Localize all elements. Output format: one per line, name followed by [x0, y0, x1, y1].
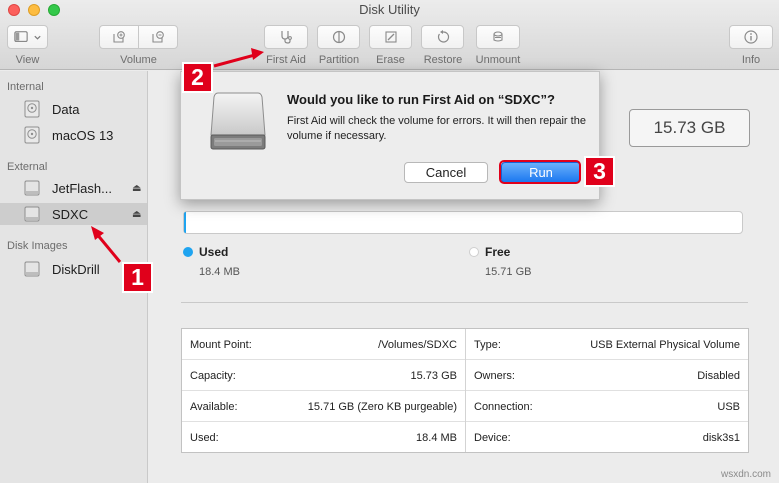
- eject-icon[interactable]: ⏏: [132, 209, 141, 220]
- info-value: disk3s1: [702, 432, 740, 444]
- remove-volume-button[interactable]: [138, 25, 178, 49]
- chevron-down-icon: [34, 35, 41, 40]
- sidebar-toggle-icon: [14, 31, 28, 42]
- sidebar-item-label: Data: [52, 101, 80, 117]
- sidebar-item-jetflash[interactable]: JetFlash... ⏏: [0, 177, 147, 199]
- run-button-highlight: [499, 160, 581, 184]
- info-value: /Volumes/SDXC: [378, 339, 457, 351]
- restore-label: Restore: [423, 54, 463, 66]
- restore-button[interactable]: [421, 25, 464, 49]
- step-3-badge: 3: [584, 156, 615, 187]
- first-aid-label: First Aid: [266, 54, 306, 66]
- external-drive-icon: [210, 92, 266, 150]
- view-label: View: [15, 54, 40, 66]
- partition-label: Partition: [318, 54, 360, 66]
- window-title: Disk Utility: [359, 2, 420, 17]
- step-1-badge: 1: [122, 262, 153, 293]
- erase-button[interactable]: [369, 25, 412, 49]
- stethoscope-icon: [281, 31, 292, 44]
- info-label: Info: [741, 54, 761, 66]
- info-key: Capacity:: [190, 370, 236, 382]
- info-value: USB: [717, 401, 740, 413]
- view-button[interactable]: [7, 25, 48, 49]
- info-row-available: Available: 15.71 GB (Zero KB purgeable): [182, 391, 465, 422]
- info-icon: [744, 30, 758, 44]
- pie-partition-icon: [332, 30, 345, 44]
- sidebar-header-disk-images: Disk Images: [7, 240, 68, 252]
- sidebar-item-sdxc[interactable]: SDXC ⏏: [0, 203, 147, 225]
- external-drive-icon: [24, 180, 40, 196]
- info-value: Disabled: [697, 370, 740, 382]
- info-key: Used:: [190, 432, 219, 444]
- watermark: wsxdn.com: [720, 469, 771, 480]
- sidebar-item-label: SDXC: [52, 206, 89, 222]
- disk-image-icon: [24, 261, 40, 277]
- external-drive-icon: [24, 206, 40, 222]
- erase-label: Erase: [376, 54, 405, 66]
- info-row-owners: Owners: Disabled: [466, 360, 748, 391]
- restore-icon: [437, 30, 449, 43]
- info-key: Owners:: [474, 370, 515, 382]
- internal-disk-icon: [24, 100, 40, 118]
- remove-volume-icon: [152, 31, 164, 43]
- info-button[interactable]: [729, 25, 773, 49]
- used-value: 18.4 MB: [199, 266, 240, 278]
- info-value: 15.73 GB: [410, 370, 457, 382]
- free-label: Free: [485, 245, 511, 259]
- info-value: 18.4 MB: [416, 432, 457, 444]
- used-fill: [184, 212, 186, 233]
- info-key: Available:: [190, 401, 238, 413]
- sidebar-item-label: JetFlash...: [52, 180, 112, 196]
- divider: [181, 302, 748, 303]
- sidebar-item-label: DiskDrill: [52, 261, 100, 277]
- sidebar-item-label: macOS 13: [52, 127, 114, 143]
- eject-icon[interactable]: ⏏: [132, 183, 141, 194]
- sidebar-header-external: External: [7, 161, 48, 173]
- add-volume-icon: [113, 31, 125, 43]
- cancel-button[interactable]: Cancel: [404, 162, 488, 183]
- info-row-mount-point: Mount Point: /Volumes/SDXC: [182, 329, 465, 360]
- first-aid-button[interactable]: [264, 25, 308, 49]
- volume-info-table: Mount Point: /Volumes/SDXC Capacity: 15.…: [181, 328, 749, 453]
- info-value: 15.71 GB (Zero KB purgeable): [307, 401, 457, 413]
- add-volume-button[interactable]: [99, 25, 139, 49]
- info-value: USB External Physical Volume: [590, 339, 740, 351]
- unmount-label: Unmount: [475, 54, 521, 66]
- used-label: Used: [199, 245, 229, 259]
- internal-disk-icon: [24, 126, 40, 144]
- info-row-device: Device: disk3s1: [466, 422, 748, 453]
- capacity-display: 15.73 GB: [629, 109, 750, 147]
- sidebar-header-internal: Internal: [7, 81, 44, 93]
- info-key: Device:: [474, 432, 511, 444]
- free-value: 15.71 GB: [485, 266, 532, 278]
- sidebar-item-data[interactable]: Data: [0, 98, 147, 120]
- partition-button[interactable]: [317, 25, 360, 49]
- unmount-icon: [493, 31, 503, 42]
- info-row-used: Used: 18.4 MB: [182, 422, 465, 453]
- info-row-capacity: Capacity: 15.73 GB: [182, 360, 465, 391]
- info-key: Connection:: [474, 401, 533, 413]
- volume-label: Volume: [120, 54, 157, 66]
- usage-bar: [183, 211, 743, 234]
- step-2-badge: 2: [182, 62, 213, 93]
- sidebar-item-macos-13[interactable]: macOS 13: [0, 124, 147, 146]
- used-legend-dot: [183, 247, 193, 257]
- dialog-message: First Aid will check the volume for erro…: [287, 115, 586, 142]
- dialog-title: Would you like to run First Aid on “SDXC…: [287, 92, 555, 107]
- info-key: Type:: [474, 339, 501, 351]
- erase-icon: [384, 31, 397, 43]
- unmount-button[interactable]: [476, 25, 520, 49]
- info-row-connection: Connection: USB: [466, 391, 748, 422]
- info-row-type: Type: USB External Physical Volume: [466, 329, 748, 360]
- info-key: Mount Point:: [190, 339, 252, 351]
- free-legend-dot: [469, 247, 479, 257]
- toolbar: Disk Utility View Volume First Aid Parti…: [0, 0, 779, 70]
